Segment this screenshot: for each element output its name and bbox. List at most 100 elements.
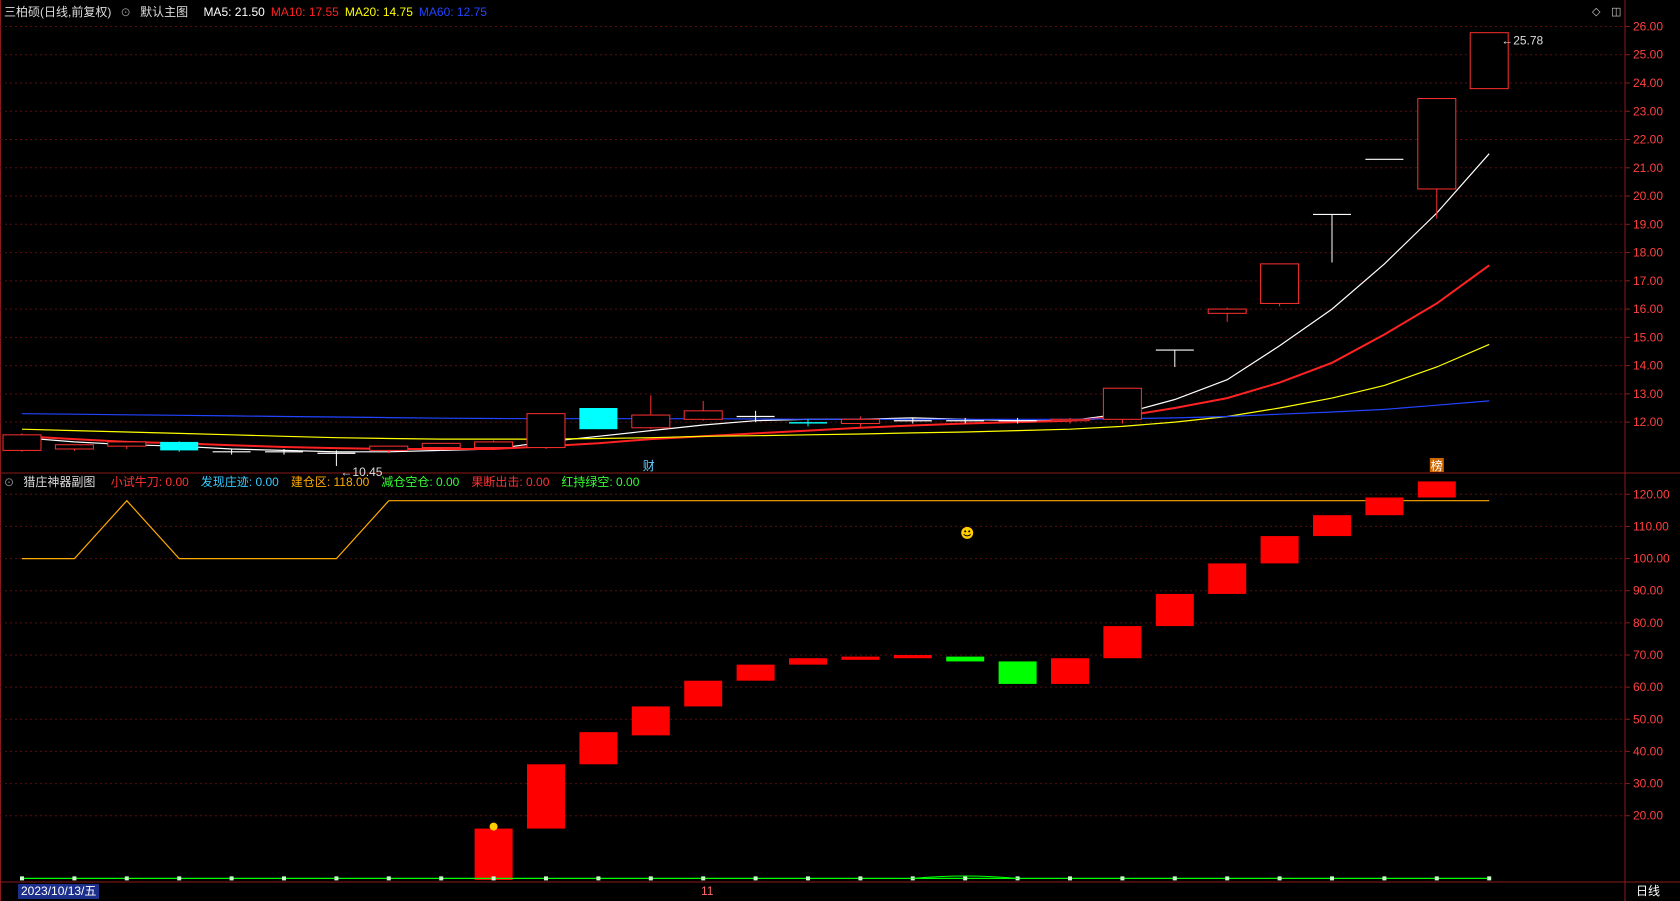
- sub-legend-item: 减仓空仓: 0.00: [381, 475, 460, 489]
- candle: [1207, 307, 1247, 322]
- chevron-down-icon: ⊙: [4, 475, 15, 489]
- candle: [840, 416, 880, 428]
- candle-body: [683, 410, 723, 420]
- candle: [2, 433, 42, 452]
- candle: [579, 408, 618, 430]
- baseline-dot: [20, 876, 24, 881]
- candle-body: [1417, 98, 1457, 190]
- sub-title: 猎庄神器副图: [23, 475, 96, 489]
- signal-box: [1208, 563, 1247, 594]
- candle-body: [1050, 418, 1090, 422]
- y-tick-label: 60.00: [1633, 680, 1663, 694]
- baseline-dot: [753, 876, 758, 881]
- baseline-dot: [806, 876, 810, 881]
- ma-legend-item: MA5: 21.50: [203, 5, 265, 19]
- smiley-icon: [961, 526, 974, 539]
- sub-legend-item: 建仓区: 118.00: [290, 475, 370, 489]
- y-tick-label: 70.00: [1633, 648, 1663, 662]
- baseline-dot: [1120, 876, 1125, 881]
- candle: [1260, 263, 1300, 307]
- template-label: 默认主图: [140, 5, 189, 19]
- signal-box: [841, 656, 880, 660]
- ma-line-ma20: [21, 343, 1490, 440]
- date-label[interactable]: 2023/10/13/五: [18, 884, 100, 899]
- chevron-down-icon: ⊙: [120, 5, 131, 19]
- baseline-dot: [701, 876, 706, 881]
- y-tick-label: 50.00: [1633, 712, 1663, 726]
- baseline-dot: [334, 876, 339, 881]
- candle-body: [840, 418, 880, 425]
- sub-legend-item: 果断出击: 0.00: [471, 475, 550, 489]
- smiley-eye: [964, 530, 967, 533]
- sub-legend-item: 小试牛刀: 0.00: [110, 475, 189, 489]
- sub-legend-item: 红持绿空: 0.00: [561, 475, 640, 489]
- candle: [317, 450, 356, 466]
- y-tick-label: 20.00: [1633, 809, 1663, 823]
- signal-box: [998, 661, 1037, 684]
- template-dropdown[interactable]: ⊙ 默认主图: [121, 5, 194, 19]
- baseline-dot: [229, 876, 234, 881]
- high-price-label: ←25.78: [1501, 34, 1543, 48]
- y-tick-label: 90.00: [1633, 584, 1663, 598]
- baseline-dot: [177, 876, 182, 881]
- signal-box: [631, 706, 670, 736]
- candle-body: [160, 441, 199, 451]
- y-tick-label: 20.00: [1633, 189, 1663, 203]
- baseline-dot: [963, 876, 968, 881]
- signal-box: [579, 732, 618, 765]
- candle-body: [421, 442, 461, 449]
- baseline-dot: [72, 876, 77, 881]
- signal-box: [1103, 626, 1142, 659]
- candle: [1102, 387, 1142, 424]
- window-toggle-icon[interactable]: ◫: [1611, 5, 1621, 18]
- baseline-dot: [439, 876, 444, 881]
- finance-marker: 财: [643, 459, 655, 473]
- signal-box: [1365, 497, 1404, 516]
- baseline-dot: [491, 876, 496, 881]
- y-tick-label: 18.00: [1633, 246, 1663, 260]
- candle-body: [1102, 387, 1142, 420]
- y-tick-label: 15.00: [1633, 330, 1663, 344]
- y-tick-label: 25.00: [1633, 48, 1663, 62]
- candle: [54, 444, 94, 451]
- baseline-dot: [648, 876, 653, 881]
- diamond-icon[interactable]: ◇: [1592, 5, 1600, 18]
- candle: [1417, 98, 1457, 219]
- candle: [526, 413, 566, 449]
- signal-box: [736, 664, 775, 681]
- y-tick-label: 13.00: [1633, 387, 1663, 401]
- signal-box: [789, 658, 827, 665]
- stock-name[interactable]: 三柏硕(日线,前复权): [4, 5, 111, 19]
- smiley-face: [961, 526, 974, 539]
- candle-body: [474, 441, 514, 449]
- smiley-eye: [968, 530, 971, 533]
- y-tick-label: 24.00: [1633, 76, 1663, 90]
- signal-box: [474, 828, 513, 880]
- candle-body: [107, 441, 147, 447]
- signal-box: [1260, 536, 1299, 564]
- candle: [1313, 213, 1351, 263]
- sub-legend-item: 发现庄迹: 0.00: [200, 475, 279, 489]
- y-tick-label: 30.00: [1633, 777, 1663, 791]
- candle: [1155, 349, 1194, 368]
- y-tick-label: 110.00: [1633, 519, 1669, 533]
- ma-legend: MA5: 21.50 MA10: 17.55 MA20: 14.75 MA60: 12…: [203, 5, 493, 19]
- candle-body: [1207, 308, 1247, 314]
- candle-body: [789, 422, 827, 424]
- sub-legend: ⊙ 猎庄神器副图 小试牛刀: 0.00 发现庄迹: 0.00 建仓区: 118.00…: [4, 475, 657, 489]
- candle-body: [631, 414, 671, 429]
- ma-legend-item: MA10: 17.55: [270, 5, 339, 19]
- candle: [789, 419, 827, 427]
- baseline-dot: [1330, 876, 1334, 881]
- y-tick-label: 40.00: [1633, 744, 1663, 758]
- period-tab[interactable]: 日线: [1636, 884, 1660, 899]
- baseline-dot: [1434, 876, 1439, 881]
- baseline-dot: [282, 876, 286, 881]
- signal-box: [893, 655, 932, 659]
- baseline-dot: [1382, 876, 1387, 881]
- signal-box: [1155, 593, 1194, 627]
- candle: [631, 395, 671, 430]
- sub-dropdown[interactable]: ⊙ 猎庄神器副图: [4, 475, 101, 489]
- month-mark: 11: [701, 884, 714, 898]
- candle-body: [369, 445, 409, 451]
